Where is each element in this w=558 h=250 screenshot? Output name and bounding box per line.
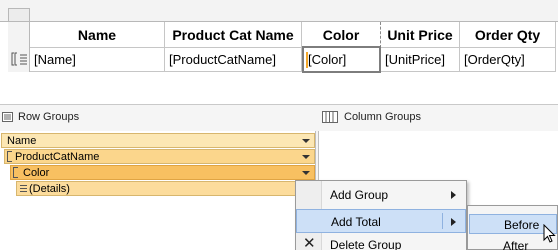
chevron-down-icon[interactable] [302,139,310,143]
header-unit-price[interactable]: Unit Price [381,22,460,48]
menu-item-label: Add Total [331,215,381,229]
column-groups-title: Column Groups [344,111,422,123]
menu-item-label: Delete Group [330,238,402,250]
row-groups-icon [2,112,13,122]
text-caret [306,52,308,68]
column-groups-header: Column Groups [318,105,558,129]
submenu-arrow-icon [451,218,456,226]
column-handles[interactable] [0,0,558,22]
group-bracket-icon [7,151,12,162]
submenu-item-label: After [503,239,529,250]
row-group-details[interactable]: (Details) [16,181,315,196]
group-context-menu: Add Group Add Total ✕ Delete Group [295,180,467,250]
row-group-bracket-icon[interactable] [10,52,28,66]
group-bracket-icon [13,167,18,178]
selected-cell-outline [302,46,381,73]
menu-item-add-total[interactable]: Add Total [296,209,466,233]
row-group-label: (Details) [29,183,70,195]
cell-name[interactable]: [Name] [30,48,165,72]
header-product-cat-name[interactable]: Product Cat Name [165,22,302,48]
cell-unit-price[interactable]: [UnitPrice] [381,48,460,72]
row-group-label: Color [23,167,50,179]
mouse-pointer-icon [543,224,556,243]
row-group-label: ProductCatName [15,151,100,163]
row-group-color[interactable]: Color [10,165,315,180]
submenu-item-label: Before [504,218,540,232]
menu-item-label: Add Group [330,188,389,202]
row-group-name[interactable]: Name [1,133,315,148]
delete-x-icon: ✕ [303,235,316,250]
row-groups-title: Row Groups [18,111,80,123]
cell-product-cat-name[interactable]: [ProductCatName] [165,48,302,72]
header-color[interactable]: Color [302,22,381,48]
details-icon [20,185,27,192]
tablix-corner-handle[interactable] [8,8,30,22]
chevron-down-icon[interactable] [302,155,310,159]
header-order-qty[interactable]: Order Qty [460,22,556,48]
row-groups-list: Name ProductCatName Color (Details) [0,131,316,250]
menu-item-add-group[interactable]: Add Group [296,183,466,207]
tablix-designer: Name Product Cat Name Color Unit Price O… [0,0,558,98]
row-group-label: Name [7,135,37,147]
row-groups-header: Row Groups [0,105,318,129]
cell-order-qty[interactable]: [OrderQty] [460,48,556,72]
submenu-arrow-icon [451,191,456,199]
header-name[interactable]: Name [30,22,165,48]
chevron-down-icon[interactable] [302,171,310,175]
menu-split-divider [442,213,443,229]
row-group-productcatname[interactable]: ProductCatName [4,149,315,164]
column-groups-icon [322,111,338,123]
menu-item-delete-group[interactable]: ✕ Delete Group [296,233,466,250]
